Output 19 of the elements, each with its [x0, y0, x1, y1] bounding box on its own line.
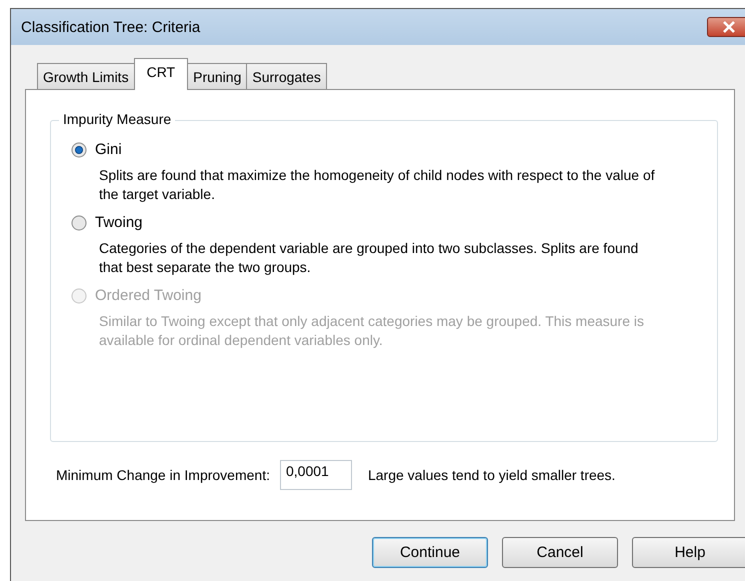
input-field[interactable]: 0,0001 [280, 460, 352, 490]
tab[interactable]: CRT [134, 58, 188, 90]
radio-option[interactable]: Twoing [71, 214, 697, 231]
dialog-button[interactable]: Help [632, 537, 745, 568]
hint-text: Large values tend to yield smaller trees. [368, 467, 616, 483]
close-button[interactable] [707, 17, 745, 37]
group-title: Impurity Measure [59, 111, 176, 127]
option-description: Similar to Twoing except that only adjacent categories may be grouped. This measure is available for ordinal dependent variables only. [99, 312, 645, 350]
option-description: Splits are found that maximize the homogeneity of child nodes with respect to the value of the target variable. [99, 166, 656, 204]
window-title: Classification Tree: Criteria [21, 18, 200, 36]
dialog-button[interactable]: Cancel [502, 537, 618, 568]
dialog-button[interactable]: Continue [372, 537, 488, 568]
tab[interactable]: Surrogates [246, 63, 327, 89]
field-label: Minimum Change in Improvement: [56, 467, 270, 483]
tab[interactable]: Growth Limits [37, 63, 135, 89]
radio-option[interactable]: Gini [71, 141, 697, 158]
close-icon [722, 21, 736, 33]
tab[interactable]: Pruning [187, 63, 248, 89]
option-description: Categories of the dependent variable are grouped into two subclasses. Splits are found that best separate the two groups. [99, 239, 640, 277]
